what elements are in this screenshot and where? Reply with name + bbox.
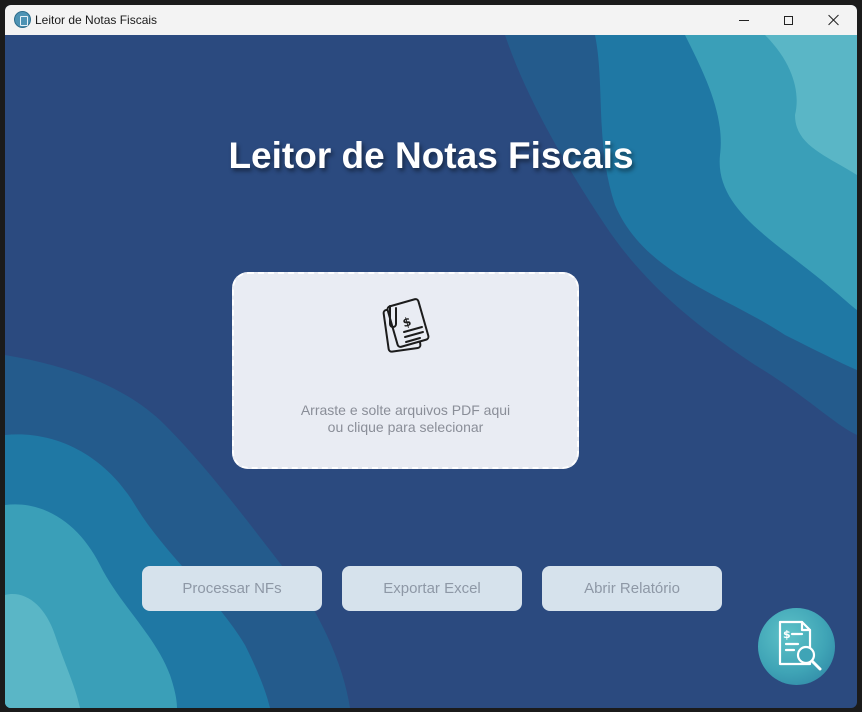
maximize-icon <box>783 15 793 25</box>
app-brand-logo: $ <box>758 608 835 685</box>
svg-text:$: $ <box>783 628 791 641</box>
minimize-icon <box>739 19 749 21</box>
title-bar[interactable]: Leitor de Notas Fiscais <box>5 5 857 35</box>
export-excel-button[interactable]: Exportar Excel <box>342 566 522 611</box>
invoice-magnifier-icon: $ <box>778 620 822 671</box>
app-logo-icon <box>14 11 31 28</box>
open-report-button[interactable]: Abrir Relatório <box>542 566 722 611</box>
dropzone-line-1: Arraste e solte arquivos PDF aqui <box>300 402 511 418</box>
minimize-button[interactable] <box>721 5 767 35</box>
maximize-button[interactable] <box>765 5 811 35</box>
dropzone-line-2: ou clique para selecionar <box>327 419 484 435</box>
page-title: Leitor de Notas Fiscais <box>228 135 634 176</box>
app-window: Leitor de Notas Fiscais Leitor de Notas … <box>5 5 857 708</box>
window-title: Leitor de Notas Fiscais <box>35 13 158 27</box>
main-content: Leitor de Notas Fiscais $ Arraste e solt… <box>5 35 857 708</box>
pdf-dropzone[interactable]: $ Arraste e solte arquivos PDF aqui ou c… <box>232 272 579 469</box>
dropzone-instructions: Arraste e solte arquivos PDF aqui ou cli… <box>234 402 577 436</box>
process-nfs-button[interactable]: Processar NFs <box>142 566 322 611</box>
close-icon <box>828 14 840 26</box>
close-button[interactable] <box>811 5 857 35</box>
invoice-document-icon: $ <box>382 298 430 353</box>
